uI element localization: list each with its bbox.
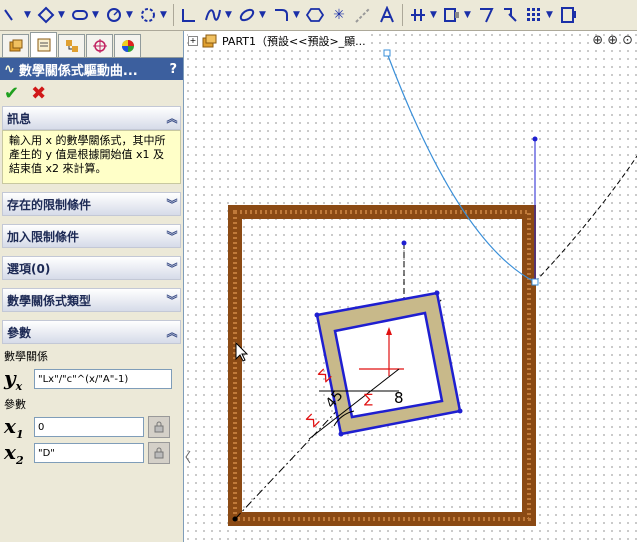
curve-start-point[interactable] bbox=[383, 49, 391, 57]
parameters-header[interactable]: 參數 ︽ bbox=[2, 320, 181, 344]
display-manager-tab[interactable] bbox=[114, 34, 141, 57]
x2-symbol: x2 bbox=[4, 439, 24, 467]
parameters-label: 參數 bbox=[4, 398, 26, 411]
dimxpert-manager-tab[interactable] bbox=[86, 34, 113, 57]
feature-manager-tab[interactable] bbox=[2, 34, 29, 57]
polygon-tool-icon[interactable] bbox=[178, 4, 200, 26]
x2-input[interactable]: "D" bbox=[34, 443, 144, 463]
chevron-down-icon[interactable]: ▼ bbox=[160, 10, 168, 20]
section-label: 加入限制條件 bbox=[7, 229, 80, 244]
message-header-label: 訊息 bbox=[7, 111, 32, 126]
curve-extension bbox=[534, 155, 637, 283]
x2-row: x2 "D" bbox=[0, 439, 183, 467]
equation-curve[interactable] bbox=[386, 52, 536, 283]
line-tool-icon[interactable] bbox=[1, 4, 23, 26]
message-section-header[interactable]: 訊息 ︽ bbox=[2, 106, 181, 130]
sketch-point[interactable] bbox=[232, 516, 238, 522]
property-manager: ∿ 數學關係式驅動曲... ? ✔ ✖ 訊息 ︽ 輸入用 x 的數學關係式，其中… bbox=[0, 31, 184, 542]
collapse-icon[interactable]: ︽ bbox=[164, 110, 180, 126]
ok-check-icon[interactable]: ✔ bbox=[4, 83, 19, 104]
fillet-tool-icon[interactable] bbox=[270, 4, 292, 26]
polygon-hex-icon[interactable] bbox=[304, 4, 326, 26]
cancel-x-icon[interactable]: ✖ bbox=[31, 83, 46, 104]
help-button[interactable]: ? bbox=[169, 62, 183, 77]
add-relations-header[interactable]: 加入限制條件 ︾ bbox=[2, 224, 181, 248]
toolbar-separator bbox=[173, 4, 174, 26]
dimension-value[interactable]: 8 bbox=[394, 389, 404, 407]
message-box: 輸入用 x 的數學關係式，其中所產生的 y 值是根據開始值 x1 及結束值 x2… bbox=[2, 130, 181, 184]
chevron-down-icon[interactable]: ▼ bbox=[546, 10, 554, 20]
graphics-area[interactable]: + PART1（預設<<預設>_顯... ⊕ ⊕ ⊙ 8 45 ∑ ∑ ∑ bbox=[184, 31, 637, 542]
relation-tool-icon[interactable] bbox=[499, 4, 521, 26]
expand-icon[interactable]: ︾ bbox=[164, 228, 180, 244]
action-buttons: ✔ ✖ bbox=[0, 80, 183, 106]
equation-input[interactable]: "Lx"/"c"^(x/"A"-1) bbox=[34, 369, 172, 389]
section-label: 選項(0) bbox=[7, 261, 51, 276]
ellipse-tool-icon[interactable] bbox=[236, 4, 258, 26]
rectangle-tool-icon[interactable] bbox=[35, 4, 57, 26]
equation-dim-symbol[interactable]: ∑ bbox=[364, 392, 373, 407]
grid-tool-icon[interactable] bbox=[523, 4, 545, 26]
spline-tool-icon[interactable] bbox=[202, 4, 224, 26]
x1-input[interactable]: 0 bbox=[34, 417, 144, 437]
section-label: 數學關係式類型 bbox=[7, 293, 92, 308]
lock-icon[interactable] bbox=[148, 416, 170, 438]
equation-curve-icon: ∿ bbox=[4, 61, 15, 77]
feature-title: 數學關係式驅動曲... bbox=[18, 63, 138, 79]
equation-label: 數學關係 bbox=[4, 350, 48, 363]
sketch-point[interactable] bbox=[401, 240, 407, 246]
collapse-icon[interactable]: ︽ bbox=[164, 324, 180, 340]
chevron-down-icon[interactable]: ▼ bbox=[92, 10, 100, 20]
equation-row: yx "Lx"/"c"^(x/"A"-1) bbox=[0, 365, 183, 393]
property-manager-tab[interactable] bbox=[30, 32, 57, 57]
curve-end-point[interactable] bbox=[531, 278, 539, 286]
configuration-manager-tab[interactable] bbox=[58, 34, 85, 57]
sketch-drawing: 8 45 ∑ ∑ ∑ bbox=[185, 49, 637, 526]
point-tool-icon[interactable]: ✳ bbox=[328, 4, 350, 26]
section-label: 參數 bbox=[7, 325, 32, 340]
existing-relations-header[interactable]: 存在的限制條件 ︾ bbox=[2, 192, 181, 216]
lock-icon[interactable] bbox=[148, 442, 170, 464]
chevron-down-icon[interactable]: ▼ bbox=[430, 10, 438, 20]
toolbar-separator bbox=[402, 4, 403, 26]
expand-icon[interactable]: ︾ bbox=[164, 292, 180, 308]
centerline-tool-icon[interactable] bbox=[352, 4, 374, 26]
chevron-down-icon[interactable]: ▼ bbox=[259, 10, 267, 20]
expand-icon[interactable]: ︾ bbox=[164, 196, 180, 212]
equation-type-header[interactable]: 數學關係式類型 ︾ bbox=[2, 288, 181, 312]
options-header[interactable]: 選項(0) ︾ bbox=[2, 256, 181, 280]
chevron-down-icon[interactable]: ▼ bbox=[126, 10, 134, 20]
mirror-tool-icon[interactable] bbox=[475, 4, 497, 26]
chevron-down-icon[interactable]: ▼ bbox=[58, 10, 66, 20]
expand-icon[interactable]: ︾ bbox=[164, 260, 180, 276]
section-label: 存在的限制條件 bbox=[7, 197, 92, 212]
chevron-down-icon[interactable]: ▼ bbox=[464, 10, 472, 20]
chevron-down-icon[interactable]: ▼ bbox=[225, 10, 233, 20]
x1-symbol: x1 bbox=[4, 413, 24, 441]
block-tool-icon[interactable] bbox=[557, 4, 579, 26]
sketch-point[interactable] bbox=[532, 136, 538, 142]
offset-tool-icon[interactable] bbox=[441, 4, 463, 26]
manager-tabs bbox=[0, 31, 183, 58]
slot-tool-icon[interactable] bbox=[69, 4, 91, 26]
chevron-down-icon[interactable]: ▼ bbox=[24, 10, 32, 20]
yx-symbol: yx bbox=[4, 365, 23, 393]
equation-dim-symbol[interactable]: ∑ bbox=[304, 412, 321, 429]
panel-collapse-icon[interactable] bbox=[185, 450, 191, 464]
x1-row: x1 0 bbox=[0, 413, 183, 441]
text-tool-icon[interactable] bbox=[376, 4, 398, 26]
feature-title-bar: ∿ 數學關係式驅動曲... ? bbox=[0, 58, 183, 80]
arc-tool-icon[interactable] bbox=[137, 4, 159, 26]
trim-tool-icon[interactable] bbox=[407, 4, 429, 26]
circle-tool-icon[interactable] bbox=[103, 4, 125, 26]
chevron-down-icon[interactable]: ▼ bbox=[293, 10, 301, 20]
sketch-toolbar: ▼ ▼ ▼ ▼ ▼ ▼ ▼ ▼ ✳ ▼ ▼ ▼ bbox=[0, 0, 637, 31]
